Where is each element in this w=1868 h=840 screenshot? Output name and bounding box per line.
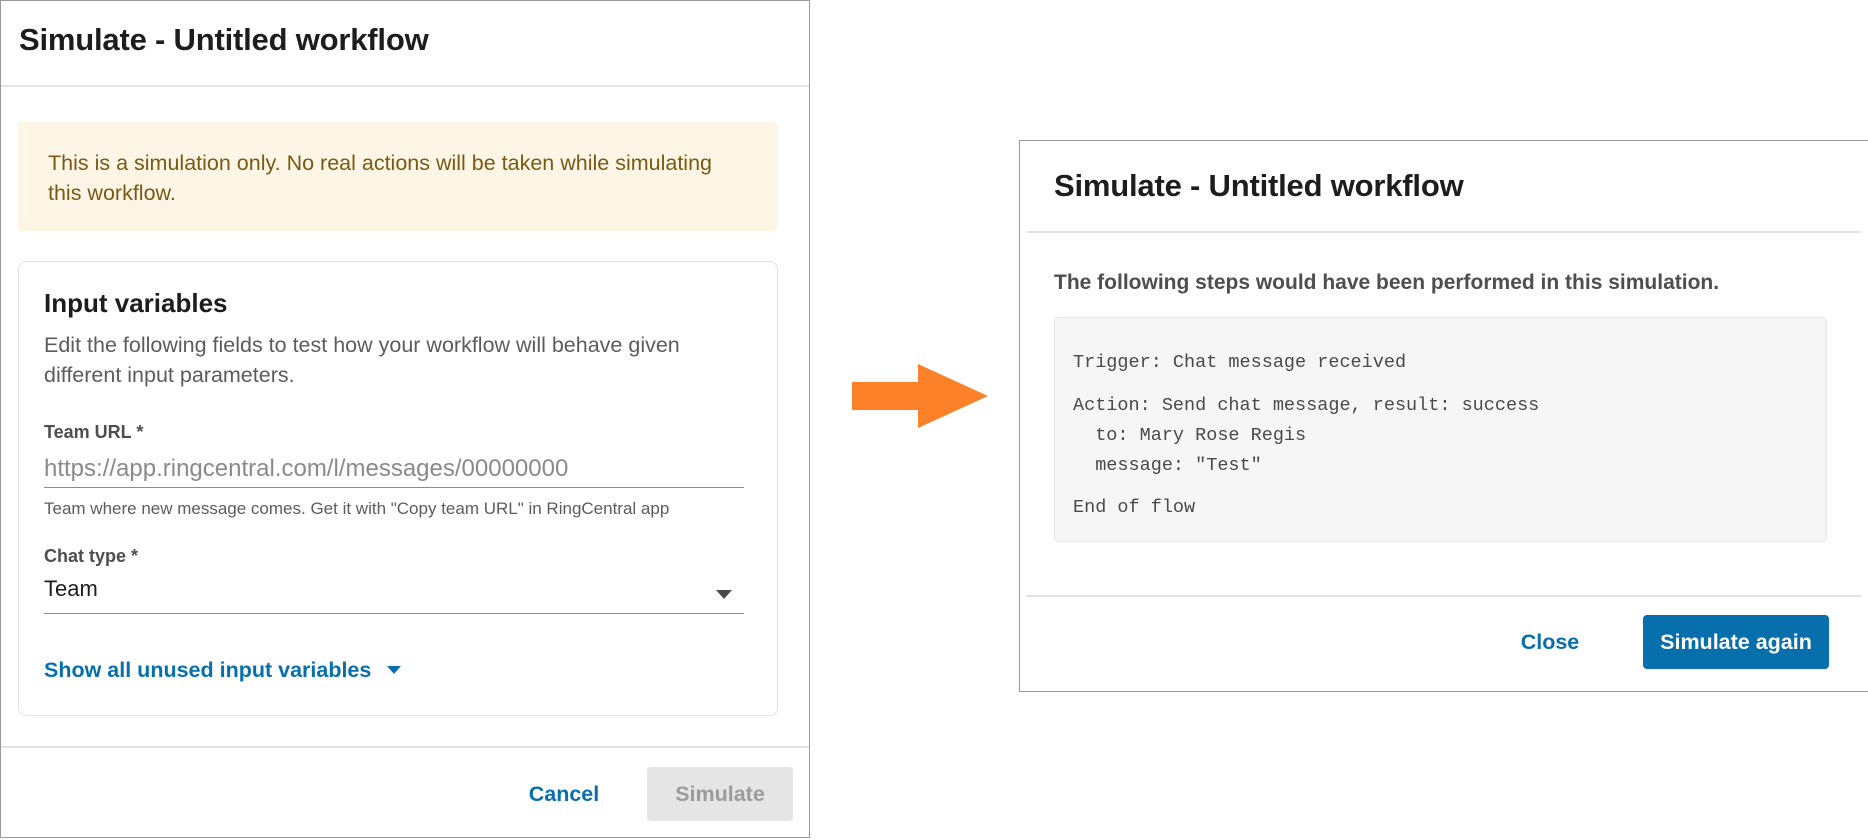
simulation-warning-banner: This is a simulation only. No real actio… — [18, 122, 778, 231]
chat-type-value: Team — [44, 576, 98, 601]
simulation-steps-log: Trigger: Chat message received Action: S… — [1054, 317, 1827, 542]
chevron-down-icon — [387, 666, 402, 674]
footer-divider — [1, 746, 809, 748]
show-all-label: Show all unused input variables — [44, 658, 372, 682]
chevron-down-icon — [716, 590, 732, 599]
team-url-label: Team URL * — [44, 422, 144, 442]
dialog-title: Simulate - Untitled workflow — [1054, 168, 1464, 203]
step-action: Action: Send chat message, result: succe… — [1073, 395, 1540, 416]
simulate-again-button[interactable]: Simulate again — [1643, 615, 1829, 669]
step-end: End of flow — [1073, 497, 1196, 518]
step-trigger: Trigger: Chat message received — [1073, 352, 1407, 373]
input-variables-card: Input variables Edit the following field… — [18, 261, 778, 716]
card-title: Input variables — [44, 288, 228, 318]
arrow-right-icon — [852, 364, 988, 428]
chat-type-label: Chat type * — [44, 546, 139, 566]
chat-type-select[interactable]: Team — [44, 574, 744, 614]
show-all-unused-variables-link[interactable]: Show all unused input variables — [44, 658, 402, 683]
header-divider — [1, 85, 809, 87]
close-button[interactable]: Close — [1498, 615, 1602, 669]
result-heading: The following steps would have been perf… — [1054, 271, 1720, 294]
team-url-input[interactable] — [44, 450, 744, 488]
footer-divider — [1026, 595, 1861, 597]
header-divider — [1026, 231, 1861, 233]
simulate-button[interactable]: Simulate — [647, 767, 793, 821]
step-action-to: to: Mary Rose Regis — [1073, 425, 1307, 446]
step-action-message: message: "Test" — [1073, 455, 1262, 476]
dialog-title: Simulate - Untitled workflow — [19, 22, 429, 57]
team-url-help: Team where new message comes. Get it wit… — [44, 499, 670, 518]
card-description: Edit the following fields to test how yo… — [44, 333, 680, 387]
simulate-dialog-result: Simulate - Untitled workflow The followi… — [1019, 140, 1868, 692]
cancel-button[interactable]: Cancel — [509, 767, 619, 821]
simulate-dialog-input: Simulate - Untitled workflow This is a s… — [0, 0, 810, 838]
